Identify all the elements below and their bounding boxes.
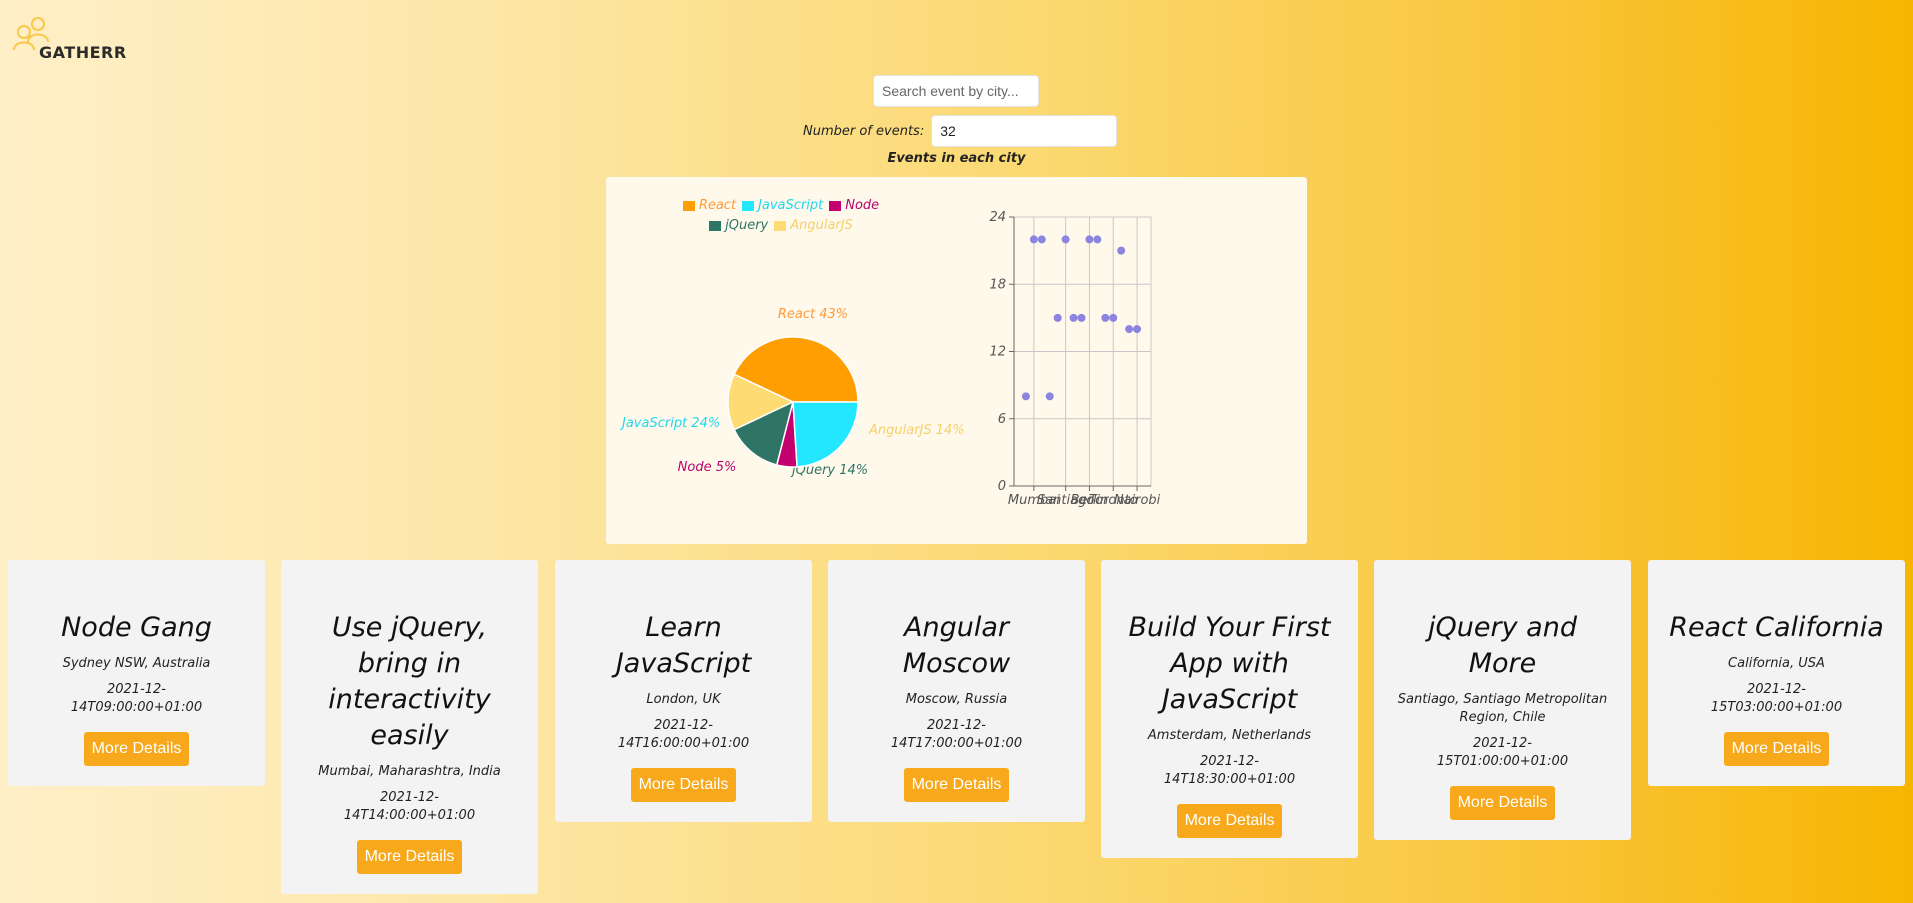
scatter-point[interactable] (1029, 235, 1038, 244)
scatter-point[interactable] (1045, 392, 1054, 401)
event-card: Build Your First App with JavaScript Amst… (1101, 560, 1358, 858)
number-of-events-row: Number of events: (803, 114, 1118, 148)
event-location: Moscow, Russia (905, 692, 1008, 707)
event-date: 2021-12- 14T17:00:00+01:00 (890, 718, 1023, 751)
event-card: jQuery and More Santiago, Santiago Metrop… (1374, 560, 1631, 840)
event-title: Angular Moscow (902, 612, 1011, 679)
scatter-point[interactable] (1101, 313, 1110, 322)
pie-label: React 43% (778, 307, 848, 322)
event-location: Amsterdam, Netherlands (1147, 728, 1312, 743)
scatter-point[interactable] (1093, 235, 1102, 244)
pie-slice-javascript[interactable] (792, 401, 859, 468)
scatter-point[interactable] (1133, 325, 1142, 334)
event-card: React California California, USA 2021-12- … (1648, 560, 1905, 786)
more-details-button[interactable]: More Details (1449, 786, 1556, 820)
event-location: Santiago, Santiago Metropolitan Region, … (1397, 692, 1608, 725)
number-of-events-label: Number of events: (803, 123, 925, 139)
event-card: Learn JavaScript London, UK 2021-12- 14T16… (555, 560, 812, 822)
event-date: 2021-12- 15T03:00:00+01:00 (1710, 682, 1843, 715)
event-date: 2021-12- 14T14:00:00+01:00 (343, 790, 476, 823)
more-details-button[interactable]: More Details (83, 732, 190, 766)
city-search-input[interactable] (873, 75, 1039, 107)
event-title: jQuery and More (1428, 612, 1577, 679)
event-date: 2021-12- 14T09:00:00+01:00 (70, 682, 203, 715)
x-tick-label: Nairobi (1114, 493, 1161, 508)
y-tick-label: 12 (989, 345, 1006, 360)
scatter-point[interactable] (1053, 313, 1062, 322)
event-title: Use jQuery, bring in interactivity easil… (328, 612, 491, 751)
scatter-point[interactable] (1077, 313, 1086, 322)
event-title: React California (1669, 612, 1884, 643)
more-details-button[interactable]: More Details (1176, 804, 1283, 838)
event-date: 2021-12- 14T16:00:00+01:00 (617, 718, 750, 751)
event-list: Node Gang Sydney NSW, Australia 2021-12- 1… (8, 560, 1908, 903)
pie-label: Node 5% (678, 460, 737, 475)
charts-svg: React 43%AngularJS 14%jQuery 14%Node 5%J… (619, 210, 1161, 508)
scatter-point[interactable] (1037, 235, 1046, 244)
y-tick-label: 6 (998, 412, 1006, 427)
event-location: London, UK (646, 692, 721, 707)
charts-panel: React JavaScript Node jQuery AngularJS React… (606, 177, 1307, 544)
event-date: 2021-12- 15T01:00:00+01:00 (1436, 736, 1569, 769)
event-card: Use jQuery, bring in interactivity easil… (281, 560, 538, 894)
scatter-point[interactable] (1021, 392, 1030, 401)
y-tick-label: 0 (998, 479, 1006, 494)
y-tick-label: 24 (989, 210, 1006, 225)
event-location: Mumbai, Maharashtra, India (318, 764, 501, 779)
scatter-point[interactable] (1109, 313, 1118, 322)
y-tick-label: 18 (989, 277, 1006, 292)
number-of-events-input[interactable] (931, 115, 1118, 147)
more-details-button[interactable]: More Details (903, 768, 1010, 802)
pie-label: JavaScript 24% (619, 416, 720, 431)
event-card: Angular Moscow Moscow, Russia 2021-12- 14T… (828, 560, 1085, 822)
event-date: 2021-12- 14T18:30:00+01:00 (1163, 754, 1296, 787)
event-title: Learn JavaScript (615, 612, 752, 679)
logo-text: GATHERR (39, 43, 127, 62)
scatter-point[interactable] (1125, 325, 1134, 334)
event-card: Node Gang Sydney NSW, Australia 2021-12- 1… (8, 560, 265, 786)
more-details-button[interactable]: More Details (1723, 732, 1830, 766)
more-details-button[interactable]: More Details (356, 840, 463, 874)
event-title: Build Your First App with JavaScript (1128, 612, 1331, 715)
scatter-point[interactable] (1085, 235, 1094, 244)
event-location: Sydney NSW, Australia (62, 656, 211, 671)
scatter-point[interactable] (1061, 235, 1070, 244)
more-details-button[interactable]: More Details (630, 768, 737, 802)
event-location: California, USA (1728, 656, 1825, 671)
charts-heading: Events in each city (887, 151, 1026, 166)
pie-label: AngularJS 14% (868, 423, 965, 438)
event-title: Node Gang (61, 612, 212, 643)
scatter-point[interactable] (1117, 246, 1126, 255)
scatter-point[interactable] (1069, 313, 1078, 322)
